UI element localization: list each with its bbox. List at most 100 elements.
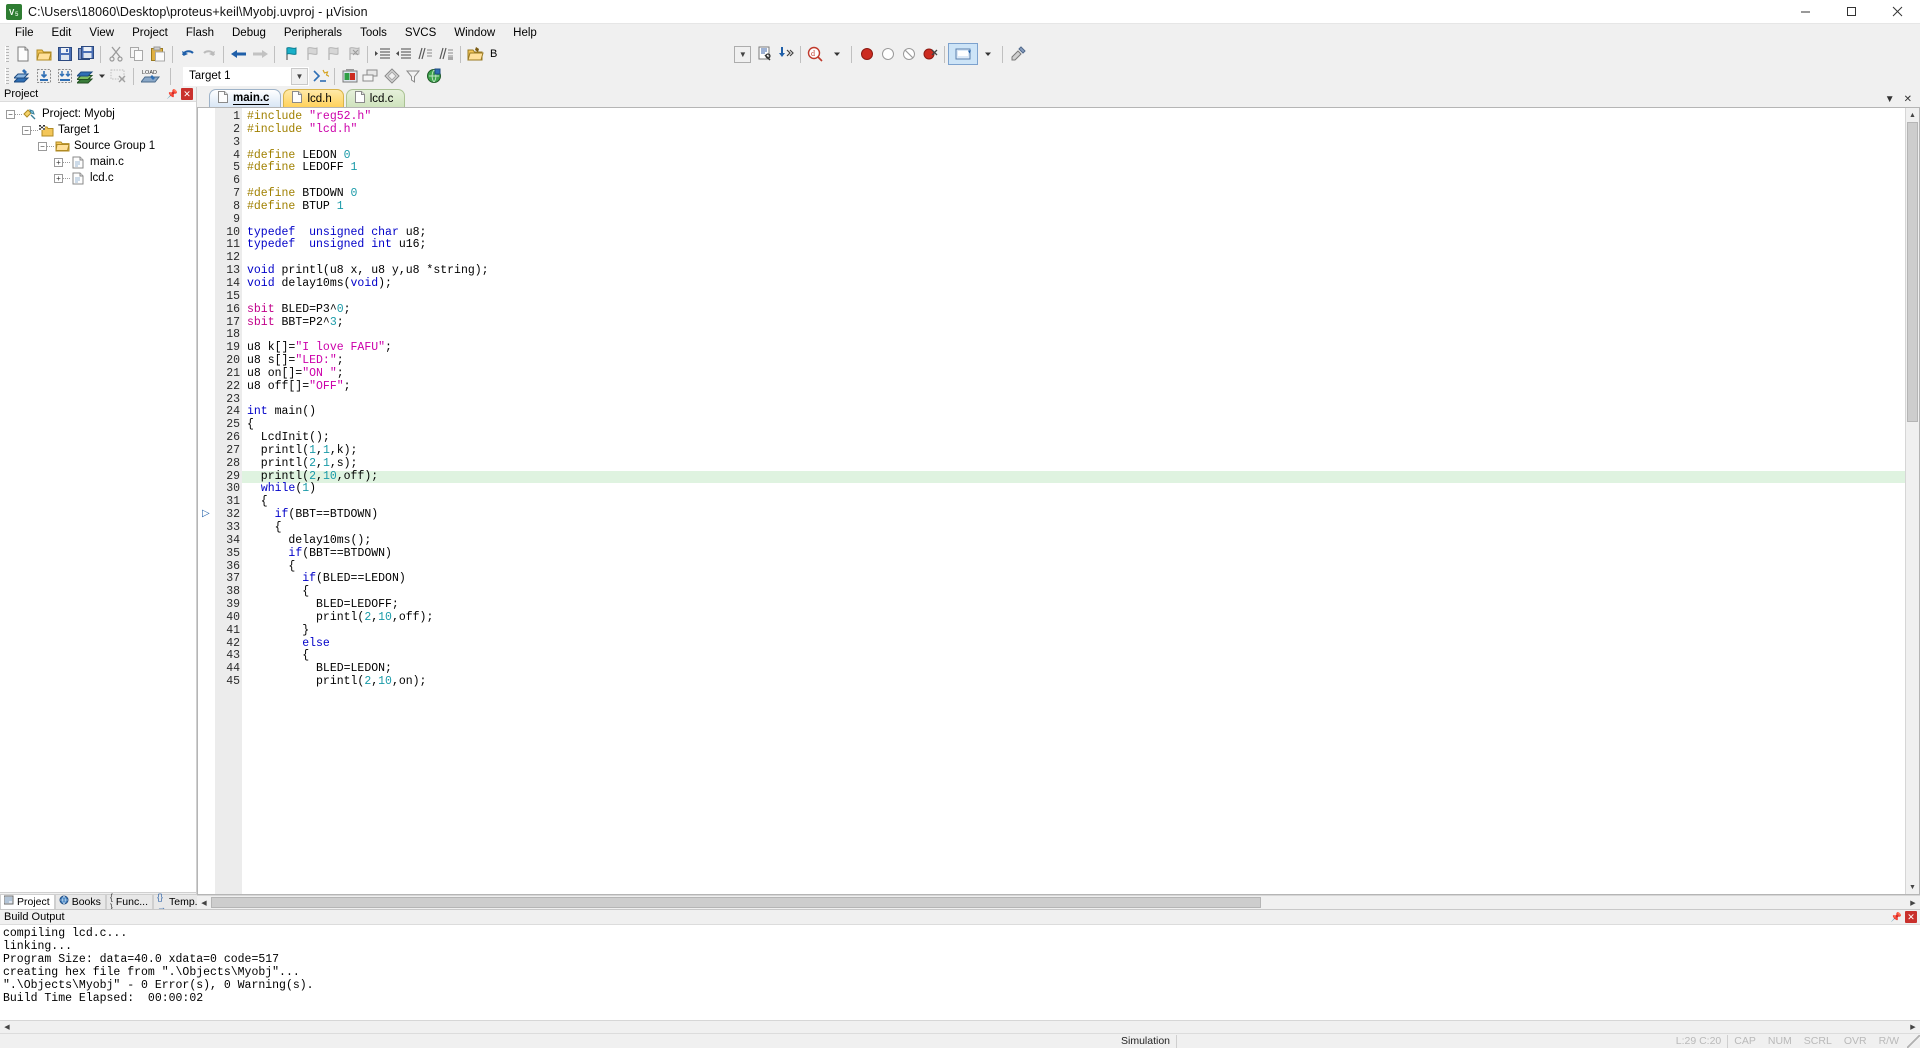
insert-breakpoint-icon[interactable] — [856, 44, 877, 64]
build-output-content[interactable]: compiling lcd.c... linking... Program Size… — [0, 925, 1920, 1020]
dropdown-arrow-icon[interactable] — [826, 44, 847, 64]
breakpoint-gutter[interactable]: ▷ — [198, 108, 215, 894]
menu-window[interactable]: Window — [445, 25, 504, 41]
tree-expander[interactable]: − — [22, 125, 31, 135]
target-options-icon[interactable] — [309, 66, 330, 86]
menu-help[interactable]: Help — [504, 25, 546, 41]
code-line[interactable]: sbit BLED=P3^0; — [242, 303, 1905, 317]
scroll-right-arrow-icon[interactable]: ▶ — [1906, 896, 1920, 909]
code-line[interactable]: if(BBT==BTDOWN) — [242, 547, 1905, 561]
save-all-icon[interactable] — [75, 44, 96, 64]
stop-build-icon[interactable] — [108, 66, 129, 86]
navigate-back-icon[interactable] — [228, 44, 249, 64]
disable-breakpoint-icon[interactable] — [877, 44, 898, 64]
rebuild-all-icon[interactable] — [54, 66, 75, 86]
batch-build-dropdown-icon[interactable] — [96, 66, 108, 86]
code-line[interactable]: printl(2,1,s); — [242, 457, 1905, 471]
tree-expander[interactable]: − — [6, 109, 15, 119]
save-icon[interactable] — [54, 44, 75, 64]
minimize-button[interactable] — [1782, 0, 1828, 24]
code-line[interactable]: { — [242, 585, 1905, 599]
code-line[interactable]: typedef unsigned char u8; — [242, 226, 1905, 240]
menu-peripherals[interactable]: Peripherals — [275, 25, 351, 41]
code-line[interactable]: while(1) — [242, 483, 1905, 496]
code-line[interactable] — [242, 214, 1905, 227]
code-line[interactable]: printl(2,10,off); — [242, 611, 1905, 625]
chevron-down-icon[interactable]: ▼ — [291, 67, 308, 85]
code-line[interactable] — [242, 394, 1905, 407]
options-dropdown-icon[interactable] — [977, 44, 998, 64]
tab-close-icon[interactable]: ✕ — [1904, 94, 1912, 105]
tree-expander[interactable]: + — [54, 157, 63, 167]
debug-query-icon[interactable]: d — [805, 44, 826, 64]
code-line[interactable]: { — [242, 560, 1905, 574]
find-combo-dropdown[interactable]: ▼ — [734, 45, 752, 63]
disable-all-breakpoints-icon[interactable] — [898, 44, 919, 64]
toolbar-grip[interactable] — [5, 46, 9, 62]
bookmark-clear-icon[interactable] — [342, 44, 363, 64]
code-line[interactable] — [242, 252, 1905, 265]
translate-file-icon[interactable] — [12, 66, 33, 86]
tab-list-dropdown-icon[interactable]: ▼ — [1885, 94, 1895, 105]
code-line[interactable]: u8 off[]="OFF"; — [242, 380, 1905, 394]
pin-icon[interactable]: 📌 — [164, 89, 181, 100]
code-line[interactable]: if(BLED==LEDON) — [242, 572, 1905, 586]
menu-edit[interactable]: Edit — [43, 25, 81, 41]
code-line[interactable]: delay10ms(); — [242, 534, 1905, 548]
scroll-left-arrow-icon[interactable]: ◀ — [197, 896, 211, 909]
manage-components-icon[interactable] — [339, 66, 360, 86]
code-line[interactable] — [242, 329, 1905, 342]
pane-tab-functions[interactable]: { } Func... — [105, 892, 153, 912]
close-icon[interactable]: ✕ — [1905, 911, 1917, 923]
tree-node-source-group[interactable]: − Source Group 1 — [0, 138, 196, 154]
target-selector[interactable]: Target 1 ▼ — [183, 66, 309, 86]
tree-expander[interactable]: + — [54, 173, 63, 183]
download-load-icon[interactable]: LOAD — [138, 66, 166, 86]
menu-svcs[interactable]: SVCS — [396, 25, 445, 41]
new-file-icon[interactable] — [12, 44, 33, 64]
build-output-scrollbar[interactable]: ◀ ▶ — [0, 1020, 1920, 1034]
cut-icon[interactable] — [105, 44, 126, 64]
indent-right-icon[interactable] — [372, 44, 393, 64]
code-line[interactable]: #define LEDON 0 — [242, 149, 1905, 163]
editor-horizontal-scrollbar[interactable]: ◀ ▶ — [197, 895, 1920, 909]
resize-grip[interactable] — [1907, 1034, 1920, 1048]
tree-node-lcd-c[interactable]: + lcd.c — [0, 170, 196, 186]
open-file-icon[interactable] — [33, 44, 54, 64]
batch-build-icon[interactable] — [75, 66, 96, 86]
code-line[interactable]: printl(1,1,k); — [242, 444, 1905, 458]
menu-project[interactable]: Project — [123, 25, 177, 41]
code-line[interactable]: u8 s[]="LED:"; — [242, 354, 1905, 368]
tree-node-target[interactable]: − Target 1 — [0, 122, 196, 138]
code-line[interactable]: { — [242, 495, 1905, 509]
code-line[interactable]: #include "reg52.h" — [242, 110, 1905, 124]
code-line[interactable]: BLED=LEDON; — [242, 662, 1905, 676]
undo-icon[interactable] — [177, 44, 198, 64]
scroll-right-arrow-icon[interactable]: ▶ — [1906, 1020, 1920, 1034]
code-line[interactable]: if(BBT==BTDOWN) — [242, 508, 1905, 522]
comment-lines-icon[interactable] — [414, 44, 435, 64]
options-target-icon[interactable] — [948, 43, 979, 65]
menu-tools[interactable]: Tools — [351, 25, 396, 41]
maximize-button[interactable] — [1828, 0, 1874, 24]
editor-tab-main-c[interactable]: main.c — [209, 89, 282, 107]
horizontal-scroll-thumb[interactable] — [211, 897, 1261, 908]
kill-all-breakpoints-icon[interactable] — [919, 44, 940, 64]
code-line[interactable]: sbit BBT=P2^3; — [242, 316, 1905, 330]
configure-icon[interactable] — [1007, 44, 1028, 64]
editor-tab-lcd-h[interactable]: lcd.h — [283, 89, 344, 107]
code-line[interactable]: printl(2,10,off); — [242, 470, 1905, 484]
code-line[interactable]: int main() — [242, 405, 1905, 419]
open-folder-find-icon[interactable] — [465, 44, 486, 64]
code-line[interactable]: void printl(u8 x, u8 y,u8 *string); — [242, 264, 1905, 278]
manage-run-environment-icon[interactable] — [423, 66, 444, 86]
code-line[interactable] — [242, 137, 1905, 150]
pin-icon[interactable]: 📌 — [1888, 912, 1905, 923]
close-button[interactable] — [1874, 0, 1920, 24]
tree-expander[interactable]: − — [38, 141, 47, 151]
code-line[interactable]: BLED=LEDOFF; — [242, 598, 1905, 612]
manage-multi-project-icon[interactable] — [360, 66, 381, 86]
bookmark-next-icon[interactable] — [321, 44, 342, 64]
navigate-forward-icon[interactable] — [249, 44, 270, 64]
indent-left-icon[interactable] — [393, 44, 414, 64]
